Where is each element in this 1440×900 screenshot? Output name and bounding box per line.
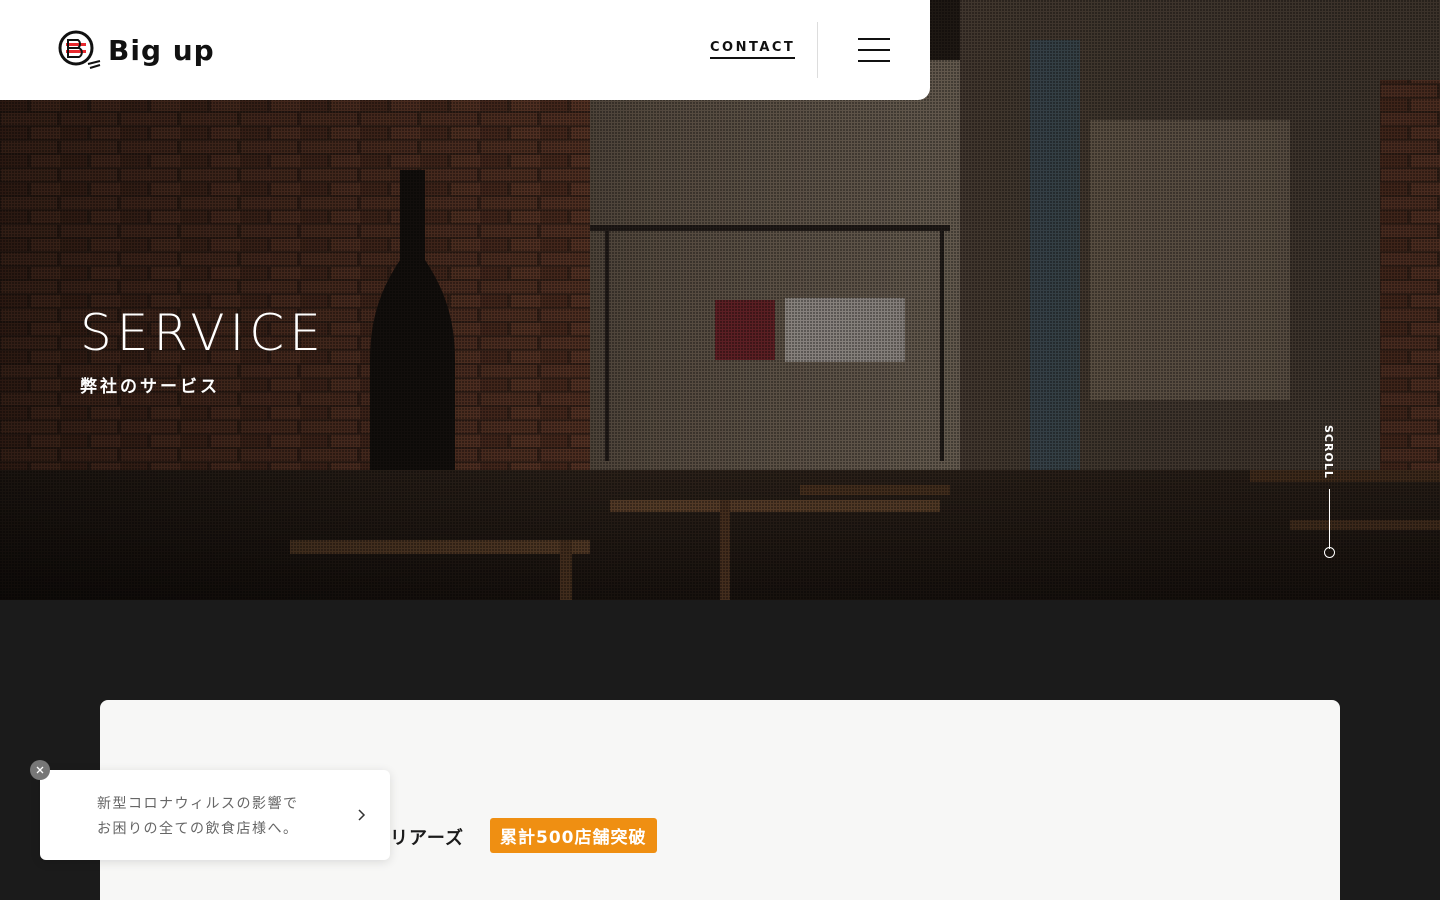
close-icon[interactable] [30, 760, 50, 780]
site-header: Big up CONTACT [0, 0, 930, 100]
scroll-line [1329, 489, 1330, 549]
logo-icon [58, 30, 101, 69]
achievement-badge: 累計500店舗突破 [490, 818, 657, 853]
contact-link[interactable]: CONTACT [710, 40, 796, 59]
scroll-indicator[interactable]: SCROLL [1320, 425, 1340, 565]
page-title: SERVICE [80, 304, 326, 362]
notice-line-1: 新型コロナウィルスの影響で [97, 796, 299, 812]
notice-line-2: お困りの全ての飲食店様へ。 [97, 821, 299, 837]
chevron-right-icon [358, 809, 366, 821]
hamburger-menu-icon[interactable] [858, 38, 890, 62]
logo-text: Big up [108, 33, 215, 67]
scroll-label: SCROLL [1322, 425, 1335, 479]
menu-line [858, 38, 890, 40]
menu-line [858, 49, 890, 51]
logo-link[interactable]: Big up [58, 30, 215, 70]
page-subtitle: 弊社のサービス [80, 377, 220, 397]
hero-heading-group: SERVICE 弊社のサービス [80, 308, 326, 397]
header-divider [817, 22, 818, 78]
menu-line [858, 60, 890, 62]
scroll-dot-icon [1324, 547, 1335, 558]
service-name: リアーズ [390, 828, 465, 849]
notice-text: 新型コロナウィルスの影響で お困りの全ての飲食店様へ。 [97, 792, 347, 842]
covid-notice-banner[interactable]: 新型コロナウィルスの影響で お困りの全ての飲食店様へ。 [40, 770, 390, 860]
